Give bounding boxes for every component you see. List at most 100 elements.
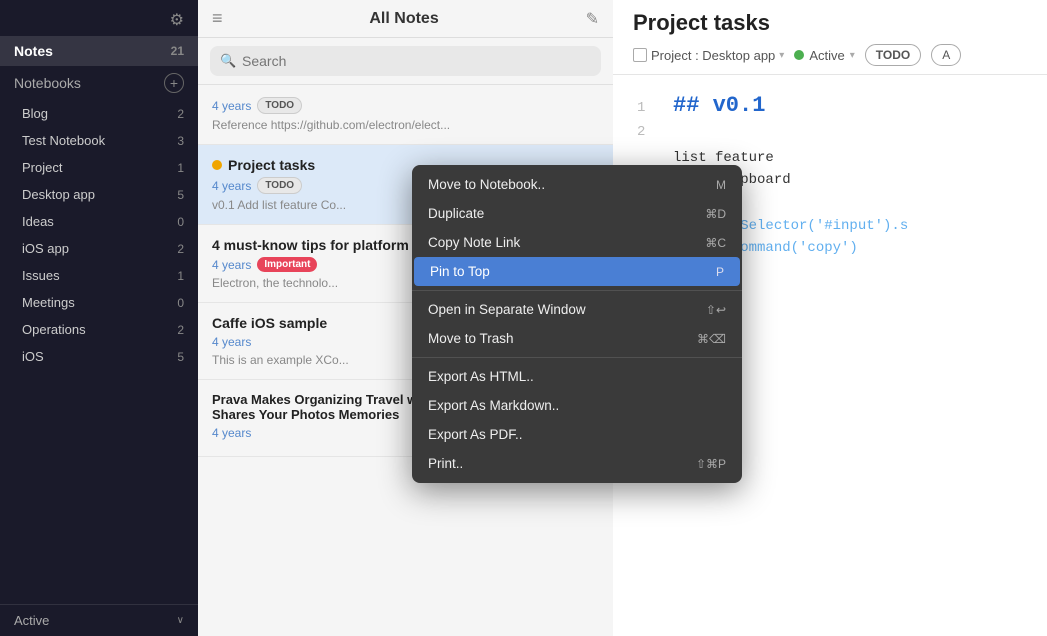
- status-indicator[interactable]: Active ▾: [794, 48, 854, 63]
- ctx-export-markdown[interactable]: Export As Markdown..: [412, 391, 742, 420]
- sidebar-status-item[interactable]: Active ∨: [0, 605, 198, 636]
- ctx-shortcut: ⌘D: [705, 207, 726, 221]
- sidebar-item-operations-count: 2: [177, 323, 184, 337]
- active-dot-icon: [212, 160, 222, 170]
- sidebar-item-notes[interactable]: Notes 21: [0, 36, 198, 66]
- ctx-label: Copy Note Link: [428, 235, 520, 250]
- a-badge[interactable]: A: [931, 44, 961, 66]
- sidebar-item-ios-app-label: iOS app: [22, 241, 69, 256]
- ctx-print[interactable]: Print.. ⇧⌘P: [412, 449, 742, 478]
- ctx-pin-to-top[interactable]: Pin to Top P: [414, 257, 740, 286]
- sidebar-item-ideas-count: 0: [177, 215, 184, 229]
- status-badge: Important: [257, 257, 317, 272]
- project-icon: [633, 48, 647, 62]
- ctx-separator: [412, 290, 742, 291]
- ctx-label: Export As HTML..: [428, 369, 534, 384]
- ctx-shortcut: M: [716, 178, 726, 192]
- project-link[interactable]: Project : Desktop app ▾: [633, 48, 784, 63]
- sidebar-item-blog[interactable]: Blog 2: [0, 100, 198, 127]
- sidebar-item-issues-count: 1: [177, 269, 184, 283]
- sidebar-item-ios-app[interactable]: iOS app 2: [0, 235, 198, 262]
- sidebar-item-ios[interactable]: iOS 5: [0, 343, 198, 370]
- note-preview: Reference https://github.com/electron/el…: [212, 118, 599, 132]
- sidebar-item-issues-label: Issues: [22, 268, 60, 283]
- sidebar-item-ios-label: iOS: [22, 349, 44, 364]
- sidebar-item-test-notebook-label: Test Notebook: [22, 133, 105, 148]
- note-meta: 4 years TODO: [212, 97, 599, 114]
- todo-badge[interactable]: TODO: [865, 44, 921, 66]
- ctx-label: Export As Markdown..: [428, 398, 559, 413]
- sidebar-item-ideas-label: Ideas: [22, 214, 54, 229]
- ctx-label: Move to Notebook..: [428, 177, 545, 192]
- status-chevron-icon: ▾: [850, 50, 855, 61]
- sidebar-item-ios-app-count: 2: [177, 242, 184, 256]
- new-note-icon[interactable]: ✎: [586, 9, 599, 29]
- ctx-shortcut: ⇧↩: [706, 303, 726, 317]
- ctx-copy-note-link[interactable]: Copy Note Link ⌘C: [412, 228, 742, 257]
- heading-text: ## v0.1: [673, 93, 765, 118]
- sort-icon[interactable]: ≡: [212, 8, 223, 29]
- sidebar-item-notes-count: 21: [171, 44, 184, 58]
- note-age: 4 years: [212, 179, 251, 193]
- status-badge: TODO: [257, 177, 302, 194]
- ctx-duplicate[interactable]: Duplicate ⌘D: [412, 199, 742, 228]
- sidebar-item-meetings-count: 0: [177, 296, 184, 310]
- sidebar-item-test-notebook[interactable]: Test Notebook 3: [0, 127, 198, 154]
- project-label: Project : Desktop app: [651, 48, 775, 63]
- code-line-1: 1 ## v0.1: [637, 93, 1023, 118]
- sidebar-notebooks[interactable]: Notebooks +: [0, 66, 198, 100]
- ctx-label: Move to Trash: [428, 331, 514, 346]
- status-badge: TODO: [257, 97, 302, 114]
- ctx-label: Export As PDF..: [428, 427, 523, 442]
- chevron-down-icon: ∨: [177, 615, 184, 626]
- sidebar-header: ⚙: [0, 0, 198, 36]
- page-title: Project tasks: [633, 10, 1027, 36]
- ctx-open-separate-window[interactable]: Open in Separate Window ⇧↩: [412, 295, 742, 324]
- code-line-2: 2: [637, 124, 1023, 140]
- notes-list-title: All Notes: [369, 10, 438, 28]
- sidebar-item-issues[interactable]: Issues 1: [0, 262, 198, 289]
- status-label: Active: [809, 48, 844, 63]
- search-wrapper: 🔍: [210, 46, 601, 76]
- note-age: 4 years: [212, 335, 251, 349]
- sidebar-item-blog-count: 2: [177, 107, 184, 121]
- ctx-separator-2: [412, 357, 742, 358]
- code-text: list feature: [673, 150, 774, 166]
- sidebar-item-test-notebook-count: 3: [177, 134, 184, 148]
- search-icon: 🔍: [220, 53, 236, 69]
- list-item[interactable]: 4 years TODO Reference https://github.co…: [198, 85, 613, 145]
- ctx-shortcut: ⇧⌘P: [696, 457, 726, 471]
- sidebar-item-project-label: Project: [22, 160, 62, 175]
- ctx-label: Duplicate: [428, 206, 484, 221]
- sidebar-item-project[interactable]: Project 1: [0, 154, 198, 181]
- ctx-move-to-notebook[interactable]: Move to Notebook.. M: [412, 170, 742, 199]
- sidebar-bottom: Active ∨: [0, 604, 198, 636]
- sidebar-item-project-count: 1: [177, 161, 184, 175]
- sidebar-item-desktop-app[interactable]: Desktop app 5: [0, 181, 198, 208]
- note-age: 4 years: [212, 99, 251, 113]
- line-number: 1: [637, 100, 653, 116]
- note-age: 4 years: [212, 426, 251, 440]
- project-chevron-icon: ▾: [779, 50, 784, 61]
- ctx-export-pdf[interactable]: Export As PDF..: [412, 420, 742, 449]
- gear-icon[interactable]: ⚙: [170, 10, 184, 30]
- notes-list-header: ≡ All Notes ✎: [198, 0, 613, 38]
- ctx-export-html[interactable]: Export As HTML..: [412, 362, 742, 391]
- sidebar: ⚙ Notes 21 Notebooks + Blog 2 Test Noteb…: [0, 0, 198, 636]
- sidebar-item-meetings[interactable]: Meetings 0: [0, 289, 198, 316]
- ctx-label: Print..: [428, 456, 463, 471]
- sidebar-item-ideas[interactable]: Ideas 0: [0, 208, 198, 235]
- main-header-meta: Project : Desktop app ▾ Active ▾ TODO A: [633, 44, 1027, 66]
- search-input[interactable]: [210, 46, 601, 76]
- ctx-move-to-trash[interactable]: Move to Trash ⌘⌫: [412, 324, 742, 353]
- note-age: 4 years: [212, 258, 251, 272]
- ctx-shortcut: ⌘⌫: [697, 332, 726, 346]
- sidebar-item-operations[interactable]: Operations 2: [0, 316, 198, 343]
- ctx-label: Pin to Top: [430, 264, 490, 279]
- code-line: list feature: [637, 150, 1023, 166]
- sidebar-status-label: Active: [14, 613, 49, 628]
- ctx-label: Open in Separate Window: [428, 302, 586, 317]
- ctx-shortcut: ⌘C: [705, 236, 726, 250]
- sidebar-item-notes-label: Notes: [14, 43, 171, 59]
- add-notebook-button[interactable]: +: [164, 73, 184, 93]
